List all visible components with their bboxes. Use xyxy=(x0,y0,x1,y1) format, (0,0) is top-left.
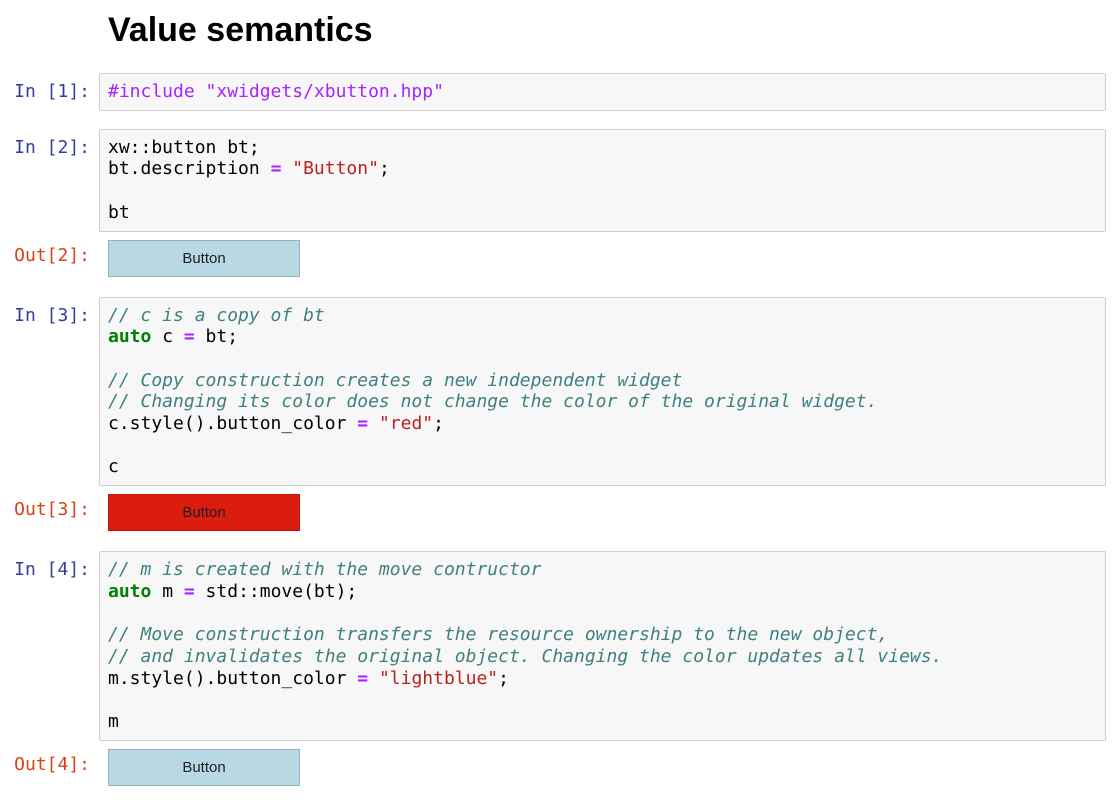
input-prompt: In [4]: xyxy=(0,551,99,581)
code-input[interactable]: // m is created with the move contructor… xyxy=(99,551,1106,741)
code-input[interactable]: xw::button bt; bt.description = "Button"… xyxy=(99,129,1106,232)
output-cell: Out[2]: Button xyxy=(0,240,1106,277)
output-cell: Out[3]: Button xyxy=(0,494,1106,531)
output-cell: Out[4]: Button xyxy=(0,749,1106,786)
code-cell: In [1]: #include "xwidgets/xbutton.hpp" xyxy=(0,73,1106,111)
output-area: Button xyxy=(108,240,1106,277)
input-prompt: In [3]: xyxy=(0,297,99,327)
widget-button[interactable]: Button xyxy=(108,240,300,277)
output-area: Button xyxy=(108,749,1106,786)
code-cell: In [3]: // c is a copy of bt auto c = bt… xyxy=(0,297,1106,487)
code-text: // c is a copy of bt auto c = bt; // Cop… xyxy=(108,305,1097,479)
output-area: Button xyxy=(108,494,1106,531)
code-input[interactable]: // c is a copy of bt auto c = bt; // Cop… xyxy=(99,297,1106,487)
output-prompt: Out[4]: xyxy=(0,749,99,776)
page-title: Value semantics xyxy=(108,12,1106,48)
code-cell: In [4]: // m is created with the move co… xyxy=(0,551,1106,741)
code-text: xw::button bt; bt.description = "Button"… xyxy=(108,137,1097,224)
widget-button[interactable]: Button xyxy=(108,749,300,786)
code-input[interactable]: #include "xwidgets/xbutton.hpp" xyxy=(99,73,1106,111)
code-cell: In [2]: xw::button bt; bt.description = … xyxy=(0,129,1106,232)
input-prompt: In [1]: xyxy=(0,73,99,103)
code-text: #include "xwidgets/xbutton.hpp" xyxy=(108,81,1097,103)
widget-button[interactable]: Button xyxy=(108,494,300,531)
input-prompt: In [2]: xyxy=(0,129,99,159)
output-prompt: Out[2]: xyxy=(0,240,99,267)
output-prompt: Out[3]: xyxy=(0,494,99,521)
notebook: Value semantics In [1]: #include "xwidge… xyxy=(0,0,1120,786)
code-text: // m is created with the move contructor… xyxy=(108,559,1097,733)
